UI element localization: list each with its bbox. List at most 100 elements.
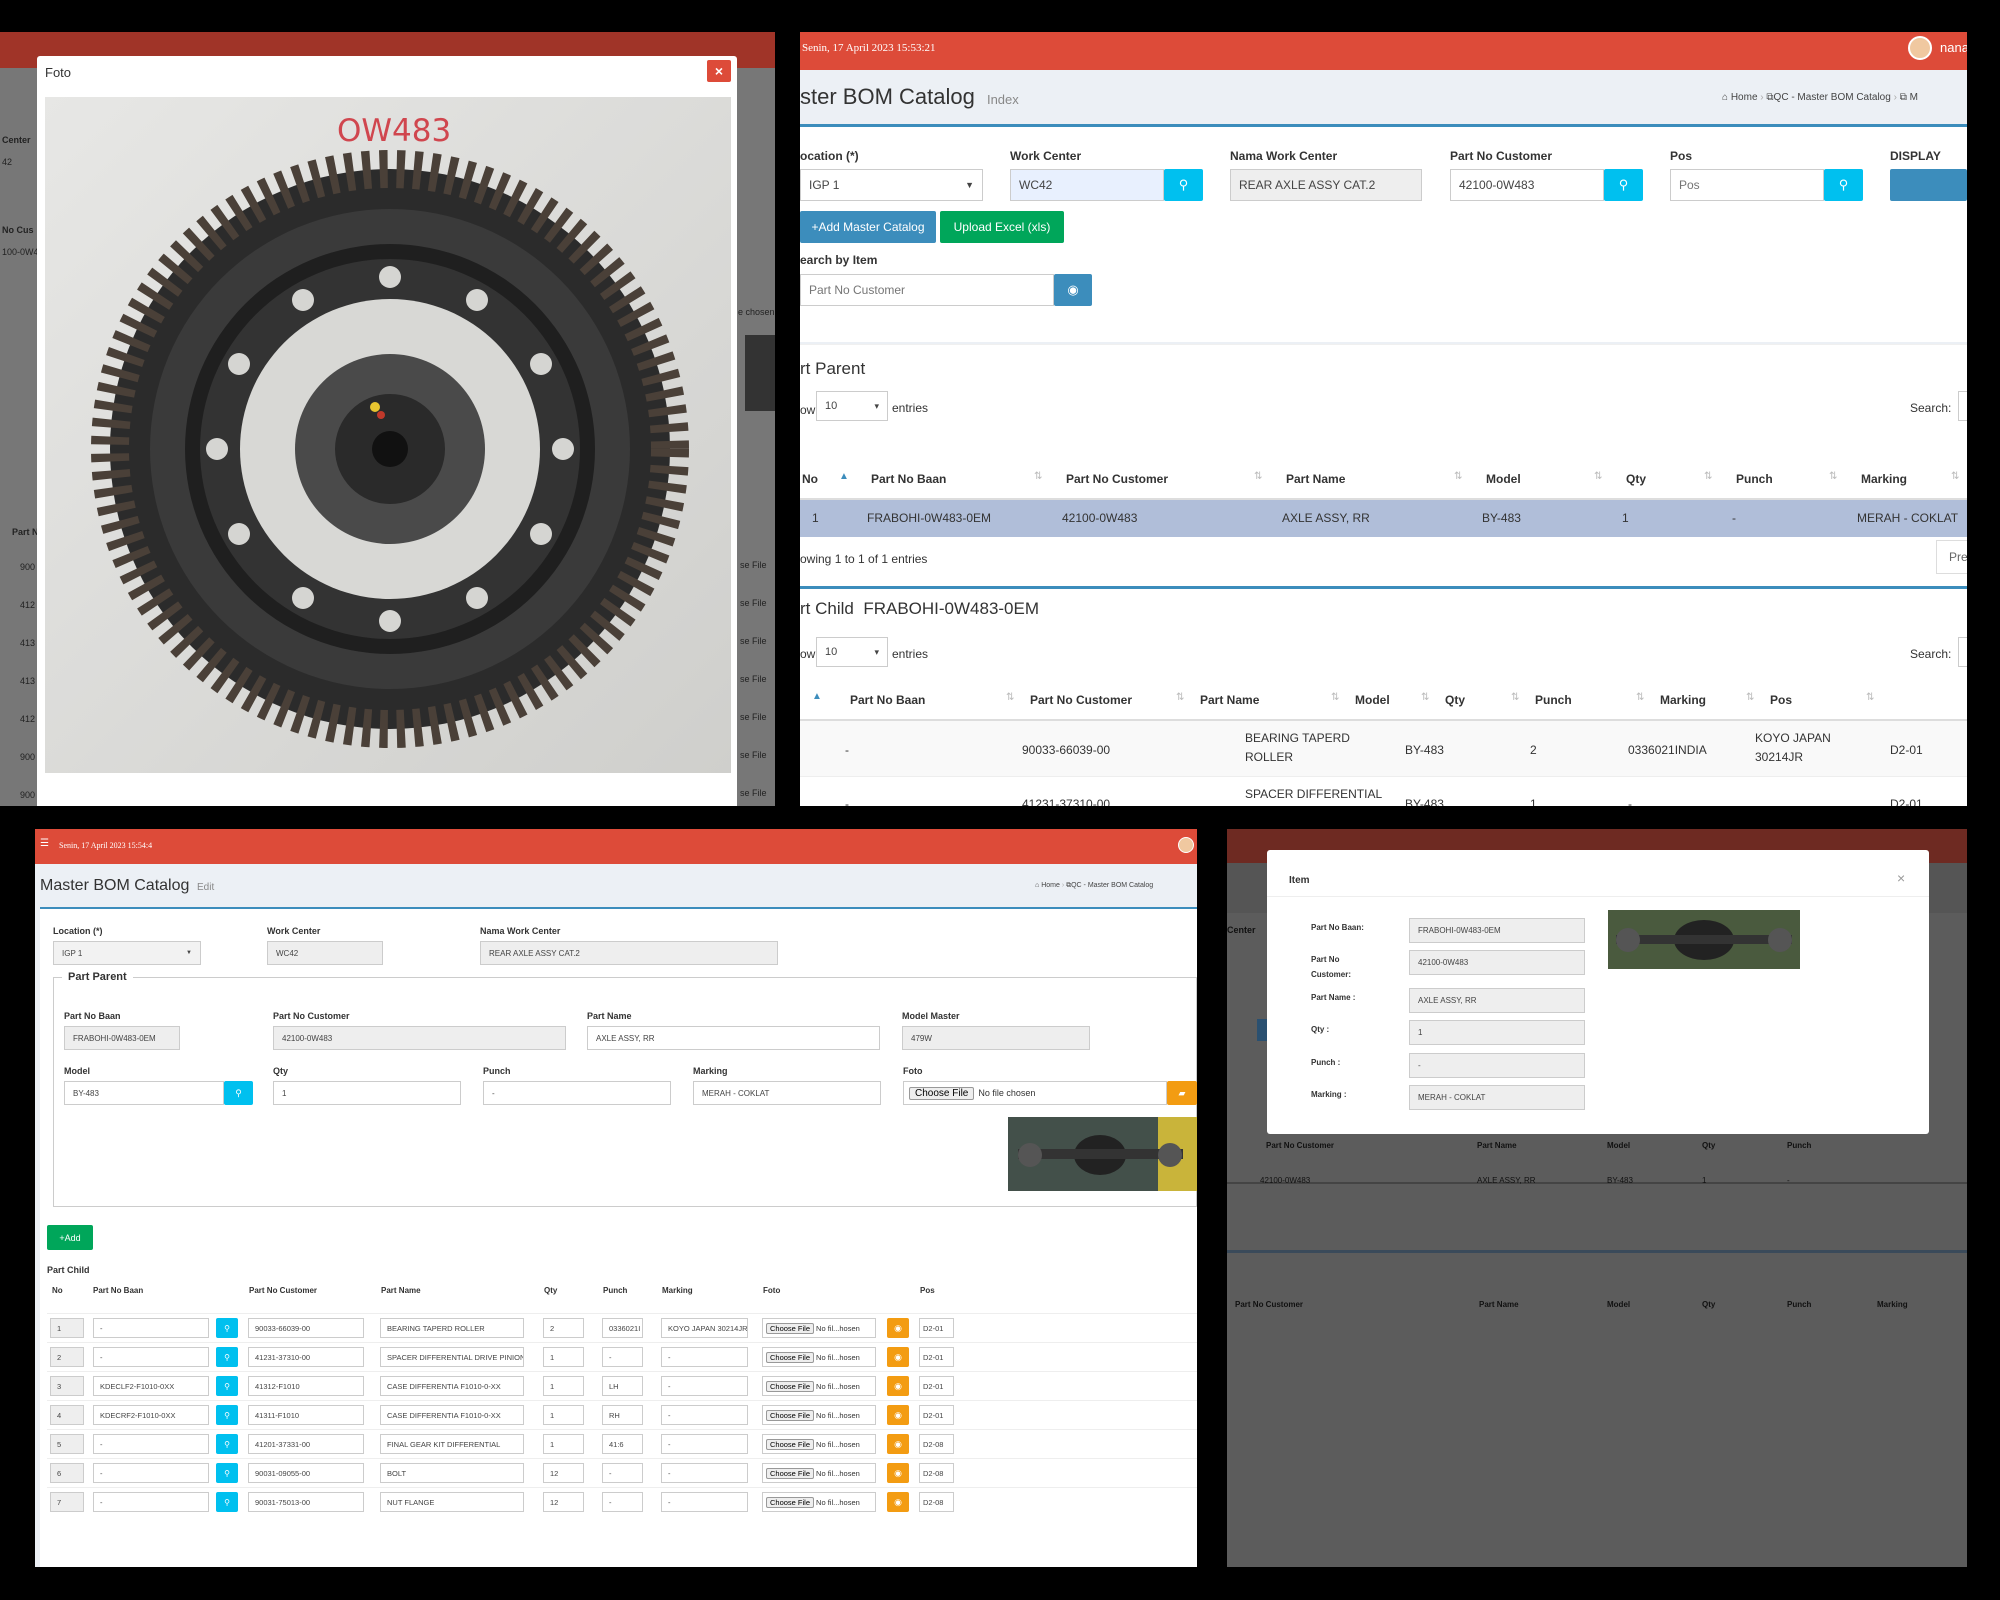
search-item-input[interactable] bbox=[800, 274, 1054, 306]
part-no-customer-input[interactable]: 41231-37310-00 bbox=[248, 1347, 364, 1367]
marking-input[interactable]: KOYO JAPAN 30214JR bbox=[661, 1318, 748, 1338]
qty-input[interactable]: 2 bbox=[543, 1318, 584, 1338]
sort-icon[interactable]: ⇅ bbox=[1746, 692, 1754, 703]
choose-file-button[interactable]: Choose File bbox=[766, 1496, 815, 1508]
choose-file-button[interactable]: Choose File bbox=[766, 1438, 815, 1450]
punch-input[interactable]: 41:6 bbox=[602, 1434, 643, 1454]
pos-input[interactable]: D2-01 bbox=[919, 1376, 954, 1396]
column-header[interactable]: Model bbox=[1486, 472, 1521, 486]
table-row[interactable]: 1 FRABOHI-0W483-0EM 42100-0W483 AXLE ASSY, … bbox=[800, 500, 1967, 537]
choose-file-button[interactable]: Choose File bbox=[766, 1322, 815, 1334]
part-no-customer-input[interactable]: 41312-F1010 bbox=[248, 1376, 364, 1396]
search-button[interactable]: ⚲ bbox=[216, 1434, 238, 1454]
foto-file-input[interactable]: Choose File No fil...hosen bbox=[762, 1434, 876, 1454]
table-search-input[interactable] bbox=[1958, 637, 1967, 667]
add-button[interactable]: + Add bbox=[47, 1225, 93, 1250]
breadcrumb-home[interactable]: Home bbox=[1731, 92, 1758, 103]
qty-input[interactable]: 1 bbox=[273, 1081, 461, 1105]
punch-input[interactable]: - bbox=[602, 1492, 643, 1512]
view-button[interactable]: ◉ bbox=[887, 1434, 909, 1454]
punch-input[interactable]: RH bbox=[602, 1405, 643, 1425]
table-row[interactable]: 6- ⚲ 90031-09055-00 BOLT 12- - Choose File No f… bbox=[47, 1458, 1197, 1487]
view-button[interactable]: ◉ bbox=[887, 1347, 909, 1367]
part-no-customer-input[interactable]: 41311-F1010 bbox=[248, 1405, 364, 1425]
column-header[interactable]: Part No Customer bbox=[1030, 693, 1132, 707]
entries-select[interactable]: 10 ▾ bbox=[816, 391, 888, 421]
part-no-customer-input[interactable]: 90033-66039-00 bbox=[248, 1318, 364, 1338]
marking-input[interactable]: - bbox=[661, 1463, 748, 1483]
part-name-input[interactable]: BOLT bbox=[380, 1463, 524, 1483]
sort-icon[interactable]: ⇅ bbox=[1704, 471, 1712, 482]
qty-input[interactable]: 1 bbox=[543, 1347, 584, 1367]
foto-file-input[interactable]: Choose File No file chosen bbox=[903, 1081, 1167, 1105]
view-button[interactable]: ◉ bbox=[887, 1492, 909, 1512]
close-button[interactable]: × bbox=[707, 60, 731, 82]
table-row[interactable]: - 90033-66039-00 BEARING TAPERD ROLLER BY-48… bbox=[800, 721, 1967, 777]
table-row[interactable]: 5- ⚲ 41201-37331-00 FINAL GEAR KIT DIFFEREN… bbox=[47, 1429, 1197, 1458]
marking-input[interactable]: MERAH - COKLAT bbox=[693, 1081, 881, 1105]
model-input[interactable]: BY-483 bbox=[64, 1081, 224, 1105]
punch-input[interactable]: - bbox=[483, 1081, 671, 1105]
prev-button[interactable]: Pre bbox=[1936, 540, 1967, 574]
view-button[interactable]: ◉ bbox=[887, 1376, 909, 1396]
part-name-input[interactable]: FINAL GEAR KIT DIFFERENTIAL bbox=[380, 1434, 524, 1454]
sort-icon[interactable]: ⇅ bbox=[1006, 692, 1014, 703]
column-header[interactable]: Qty bbox=[1445, 693, 1465, 707]
part-no-baan-input[interactable]: KDECLF2-F1010-0XX bbox=[93, 1376, 209, 1396]
add-master-catalog-button[interactable]: + Add Master Catalog bbox=[800, 211, 936, 243]
pos-input[interactable]: D2-01 bbox=[919, 1347, 954, 1367]
choose-file-button[interactable]: Choose File bbox=[766, 1467, 815, 1479]
table-row[interactable]: 7- ⚲ 90031-75013-00 NUT FLANGE 12- - Choose Fi… bbox=[47, 1487, 1197, 1516]
part-no-baan-input[interactable]: - bbox=[93, 1347, 209, 1367]
entries-select[interactable]: 10 ▾ bbox=[816, 637, 888, 667]
column-header[interactable]: Part No Baan bbox=[871, 472, 946, 486]
folder-button[interactable]: ▰ bbox=[1167, 1081, 1197, 1105]
punch-input[interactable]: 0336021I bbox=[602, 1318, 643, 1338]
sort-icon[interactable]: ⇅ bbox=[1176, 692, 1184, 703]
punch-input[interactable]: - bbox=[602, 1463, 643, 1483]
view-button[interactable]: ◉ bbox=[887, 1405, 909, 1425]
choose-file-button[interactable]: Choose File bbox=[909, 1086, 975, 1100]
pos-input[interactable] bbox=[1670, 169, 1824, 201]
pos-input[interactable]: D2-01 bbox=[919, 1318, 954, 1338]
column-header[interactable]: No bbox=[802, 472, 818, 486]
search-button[interactable]: ⚲ bbox=[216, 1318, 238, 1338]
sort-icon[interactable]: ⇅ bbox=[1951, 471, 1959, 482]
part-no-baan-input[interactable]: KDECRF2-F1010-0XX bbox=[93, 1405, 209, 1425]
qty-input[interactable]: 12 bbox=[543, 1463, 584, 1483]
punch-input[interactable]: LH bbox=[602, 1376, 643, 1396]
marking-input[interactable]: - bbox=[661, 1405, 748, 1425]
sort-icon[interactable]: ⇅ bbox=[1636, 692, 1644, 703]
breadcrumb-home[interactable]: Home bbox=[1041, 882, 1060, 889]
column-header[interactable]: Marking bbox=[1861, 472, 1907, 486]
camera-button[interactable]: ◉ bbox=[1054, 274, 1092, 306]
marking-input[interactable]: - bbox=[661, 1347, 748, 1367]
table-row[interactable]: 1- ⚲ 90033-66039-00 BEARING TAPERD ROLLER 2 0… bbox=[47, 1313, 1197, 1342]
search-button[interactable]: ⚲ bbox=[216, 1463, 238, 1483]
search-work-center-button[interactable]: ⚲ bbox=[1164, 169, 1203, 201]
hamburger-icon[interactable]: ☰ bbox=[40, 838, 49, 849]
avatar[interactable] bbox=[1908, 36, 1932, 60]
foto-file-input[interactable]: Choose File No fil...hosen bbox=[762, 1492, 876, 1512]
foto-file-input[interactable]: Choose File No fil...hosen bbox=[762, 1347, 876, 1367]
search-button[interactable]: ⚲ bbox=[216, 1347, 238, 1367]
sort-icon[interactable]: ▲ bbox=[812, 691, 822, 702]
search-model-button[interactable]: ⚲ bbox=[224, 1081, 253, 1105]
part-no-baan-input[interactable]: - bbox=[93, 1463, 209, 1483]
column-header[interactable]: Part Name bbox=[1286, 472, 1345, 486]
sort-icon[interactable]: ▲ bbox=[839, 471, 849, 482]
part-name-input[interactable]: CASE DIFFERENTIA F1010-0-XX bbox=[380, 1405, 524, 1425]
breadcrumb-module[interactable]: QC - Master BOM Catalog bbox=[1071, 882, 1153, 889]
breadcrumb-current[interactable]: M bbox=[1910, 92, 1918, 103]
part-name-input[interactable]: AXLE ASSY, RR bbox=[587, 1026, 880, 1050]
location-select[interactable]: IGP 1 ▼ bbox=[800, 169, 983, 201]
sort-icon[interactable]: ⇅ bbox=[1594, 471, 1602, 482]
column-header[interactable]: Part Name bbox=[1200, 693, 1259, 707]
part-name-input[interactable]: BEARING TAPERD ROLLER bbox=[380, 1318, 524, 1338]
user-name[interactable]: nana bbox=[1940, 40, 1967, 55]
table-search-input[interactable] bbox=[1958, 391, 1967, 421]
sort-icon[interactable]: ⇅ bbox=[1511, 692, 1519, 703]
table-row[interactable]: -41231-37310-00SPACER DIFFERENTIALDRIVE … bbox=[800, 777, 1967, 806]
qty-input[interactable]: 1 bbox=[543, 1434, 584, 1454]
column-header[interactable]: Qty bbox=[1626, 472, 1646, 486]
